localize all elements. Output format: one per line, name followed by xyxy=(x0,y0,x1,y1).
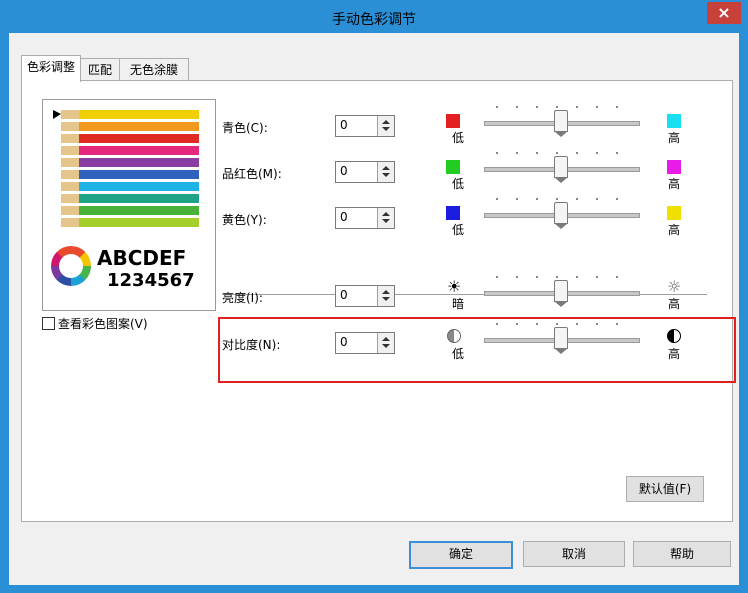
green-swatch xyxy=(446,160,460,174)
yellow-swatch xyxy=(667,206,681,220)
pencil-orange xyxy=(61,122,199,131)
brightness-label: 亮度(I): xyxy=(222,291,263,305)
spin-buttons[interactable] xyxy=(377,162,394,182)
yellow-spinbox[interactable]: 0 xyxy=(335,207,395,229)
defaults-button[interactable]: 默认值(F) xyxy=(626,476,704,502)
pencil-lime xyxy=(61,218,199,227)
yellow-high-label: 高 xyxy=(668,223,681,237)
tab-clear-coating[interactable]: 无色涂膜 xyxy=(119,58,189,81)
dialog-body: 色彩调整 匹配 无色涂膜 ABCDEF 1234567 查看彩色图案(V) 青色… xyxy=(9,33,739,585)
brightness-low-label: 暗 xyxy=(452,297,465,311)
brightness-slider-thumb[interactable] xyxy=(554,280,568,307)
brightness-value[interactable]: 0 xyxy=(340,288,348,302)
spin-buttons[interactable] xyxy=(377,208,394,228)
checkbox-label: 查看彩色图案(V) xyxy=(58,317,148,331)
preview-image: ABCDEF 1234567 xyxy=(42,99,216,311)
color-wheel-center xyxy=(59,254,83,278)
spin-buttons[interactable] xyxy=(377,286,394,306)
yellow-value[interactable]: 0 xyxy=(340,210,348,224)
pencil-cyan xyxy=(61,182,199,191)
magenta-low-label: 低 xyxy=(452,177,465,191)
magenta-value[interactable]: 0 xyxy=(340,164,348,178)
pencil-red xyxy=(61,134,199,143)
cyan-low-label: 低 xyxy=(452,131,465,145)
close-button[interactable]: × xyxy=(707,2,741,24)
yellow-slider-thumb[interactable] xyxy=(554,202,568,229)
brightness-spinbox[interactable]: 0 xyxy=(335,285,395,307)
blue-swatch xyxy=(446,206,460,220)
preview-numbers: 1234567 xyxy=(107,270,195,291)
cyan-swatch xyxy=(667,114,681,128)
pencil-purple xyxy=(61,158,199,167)
pencil-pink xyxy=(61,146,199,155)
ok-button[interactable]: 确定 xyxy=(409,541,513,569)
magenta-label: 品红色(M): xyxy=(222,167,282,181)
spin-buttons[interactable] xyxy=(377,116,394,136)
cancel-button[interactable]: 取消 xyxy=(523,541,625,567)
preview-letters: ABCDEF xyxy=(97,246,187,270)
bright-sun-icon: ☼ xyxy=(667,277,682,296)
magenta-spinbox[interactable]: 0 xyxy=(335,161,395,183)
dark-sun-icon: ☀ xyxy=(447,277,462,296)
title-bar[interactable]: 手动色彩调节 × xyxy=(1,1,747,33)
yellow-label: 黄色(Y): xyxy=(222,213,267,227)
contrast-highlight-box xyxy=(218,317,736,383)
brightness-high-label: 高 xyxy=(668,297,681,311)
window-title: 手动色彩调节 xyxy=(332,12,416,28)
magenta-high-label: 高 xyxy=(668,177,681,191)
pencil-blue xyxy=(61,170,199,179)
pencil-green xyxy=(61,206,199,215)
dialog-window: 手动色彩调节 × 色彩调整 匹配 无色涂膜 ABCDEF 1234567 查看彩… xyxy=(0,0,748,593)
red-swatch xyxy=(446,114,460,128)
tab-color-adjust[interactable]: 色彩调整 xyxy=(21,55,81,82)
cyan-high-label: 高 xyxy=(668,131,681,145)
color-adjust-panel: ABCDEF 1234567 查看彩色图案(V) 青色(C): 0 低 高 品红… xyxy=(21,80,733,522)
tab-matching[interactable]: 匹配 xyxy=(79,58,121,81)
cyan-label: 青色(C): xyxy=(222,121,268,135)
magenta-swatch xyxy=(667,160,681,174)
cyan-slider-thumb[interactable] xyxy=(554,110,568,137)
cyan-value[interactable]: 0 xyxy=(340,118,348,132)
pencil-teal xyxy=(61,194,199,203)
pencil-yellow xyxy=(53,110,199,119)
cyan-spinbox[interactable]: 0 xyxy=(335,115,395,137)
checkbox-box[interactable] xyxy=(42,317,55,330)
help-button[interactable]: 帮助 xyxy=(633,541,731,567)
magenta-slider-thumb[interactable] xyxy=(554,156,568,183)
yellow-low-label: 低 xyxy=(452,223,465,237)
